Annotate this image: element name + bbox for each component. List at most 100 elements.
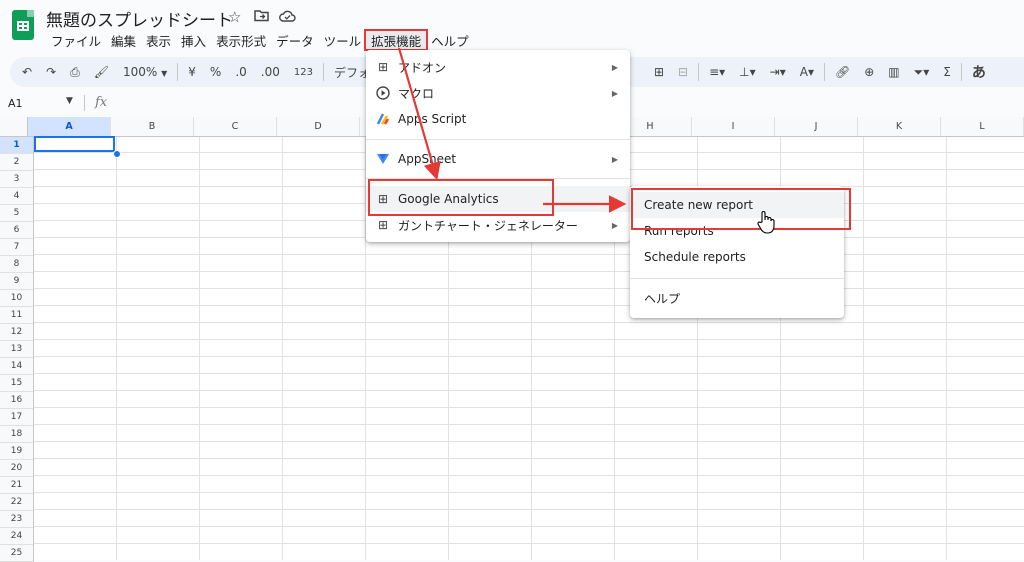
undo-icon[interactable]: ↶ <box>10 65 39 79</box>
column-header[interactable]: L <box>941 117 1024 136</box>
move-to-folder-icon[interactable] <box>254 8 269 26</box>
row-header[interactable]: 14 <box>0 358 33 375</box>
menu-item-appsheet[interactable]: AppSheet ▶ <box>366 146 630 172</box>
toolbar-divider <box>177 63 179 81</box>
row-header[interactable]: 17 <box>0 409 33 426</box>
row-header[interactable]: 3 <box>0 171 33 188</box>
row-header[interactable]: 11 <box>0 307 33 324</box>
menu-help[interactable]: ヘルプ <box>426 31 474 49</box>
menu-item-apps-script[interactable]: Apps Script <box>366 106 630 132</box>
row-header[interactable]: 19 <box>0 443 33 460</box>
menu-tools[interactable]: ツール <box>319 31 367 49</box>
row-header[interactable]: 2 <box>0 154 33 171</box>
menu-item-run-reports[interactable]: Run reports <box>630 218 844 244</box>
column-header[interactable]: B <box>111 117 194 136</box>
merge-cells-icon[interactable]: ⊟ <box>671 65 695 79</box>
redo-icon[interactable]: ↷ <box>39 65 63 79</box>
selected-cell-a1[interactable] <box>34 136 115 152</box>
google-analytics-submenu: Create new report Run reports Schedule r… <box>630 186 844 318</box>
menu-item-label: アドオン <box>398 60 447 75</box>
star-icon[interactable]: ☆ <box>228 8 241 26</box>
decrease-decimal-button[interactable]: .0 <box>228 65 253 79</box>
functions-icon[interactable]: Σ <box>936 65 958 79</box>
row-header[interactable]: 22 <box>0 494 33 511</box>
number-format-button[interactable]: 123 <box>287 67 320 78</box>
input-tools-button[interactable]: あ <box>965 62 993 82</box>
menu-item-create-new-report[interactable]: Create new report <box>630 192 844 218</box>
column-header[interactable]: C <box>194 117 277 136</box>
filter-icon[interactable]: ⏷▾ <box>907 65 937 80</box>
paint-format-icon[interactable]: 🖌︎ <box>87 65 116 79</box>
text-wrap-icon[interactable]: ⇥▾ <box>763 65 793 79</box>
row-header[interactable]: 12 <box>0 324 33 341</box>
insert-link-icon[interactable]: 🔗︎ <box>828 65 857 79</box>
sheets-logo-icon[interactable] <box>12 10 34 40</box>
submenu-arrow-icon: ▶ <box>611 220 618 230</box>
row-header[interactable]: 4 <box>0 188 33 205</box>
menu-edit[interactable]: 編集 <box>106 31 141 49</box>
row-header[interactable]: 18 <box>0 426 33 443</box>
row-header[interactable]: 10 <box>0 290 33 307</box>
borders-icon[interactable]: ⊞ <box>647 65 671 79</box>
row-header[interactable]: 7 <box>0 239 33 256</box>
menu-item-google-analytics[interactable]: ⊞ Google Analytics ▶ <box>366 186 630 212</box>
row-header[interactable]: 20 <box>0 460 33 477</box>
menu-item-gantt-chart-generator[interactable]: ⊞ ガントチャート・ジェネレーター ▶ <box>366 212 630 238</box>
menu-format[interactable]: 表示形式 <box>211 31 271 49</box>
chevron-down-icon[interactable]: ▼ <box>66 96 73 106</box>
menu-item-schedule-reports[interactable]: Schedule reports <box>630 244 844 270</box>
select-all-corner[interactable] <box>0 117 28 136</box>
column-header[interactable]: J <box>775 117 858 136</box>
row-header[interactable]: 24 <box>0 528 33 545</box>
menu-insert[interactable]: 挿入 <box>176 31 211 49</box>
menu-item-addons[interactable]: ⊞ アドオン ▶ <box>366 54 630 80</box>
menu-item-macros[interactable]: マクロ ▶ <box>366 80 630 106</box>
row-header[interactable]: 16 <box>0 392 33 409</box>
insert-comment-icon[interactable]: ⊕ <box>857 65 881 79</box>
row-header[interactable]: 9 <box>0 273 33 290</box>
row-header[interactable]: 23 <box>0 511 33 528</box>
fx-icon: fx <box>95 95 108 110</box>
menu-item-label: Schedule reports <box>644 250 746 264</box>
row-header[interactable]: 5 <box>0 205 33 222</box>
menu-item-label: Google Analytics <box>398 192 499 206</box>
submenu-arrow-icon: ▶ <box>611 194 618 204</box>
extensions-menu: ⊞ アドオン ▶ マクロ ▶ Apps Script AppSheet ▶ ⊞ … <box>366 50 630 242</box>
row-header[interactable]: 8 <box>0 256 33 273</box>
zoom-select[interactable]: 100% ▼ <box>116 65 174 79</box>
row-header[interactable]: 25 <box>0 545 33 562</box>
increase-decimal-button[interactable]: .00 <box>254 65 287 79</box>
text-rotate-icon[interactable]: A▾ <box>793 65 821 79</box>
fill-handle[interactable] <box>113 150 121 158</box>
row-header[interactable]: 21 <box>0 477 33 494</box>
vertical-align-icon[interactable]: ⊥▾ <box>732 65 762 79</box>
menu-view[interactable]: 表示 <box>141 31 176 49</box>
menu-divider <box>366 178 630 179</box>
percent-format-button[interactable]: % <box>203 65 228 79</box>
currency-format-button[interactable]: ¥ <box>181 65 203 79</box>
menu-extensions[interactable]: 拡張機能 <box>364 29 429 51</box>
submenu-arrow-icon: ▶ <box>611 62 618 72</box>
menubar: ファイル 編集 表示 挿入 表示形式 データ ツール 拡張機能 ヘルプ <box>46 29 474 51</box>
row-header[interactable]: 1 <box>0 137 33 154</box>
formula-bar-divider <box>84 95 85 111</box>
menu-data[interactable]: データ <box>271 31 319 49</box>
insert-chart-icon[interactable]: ▥ <box>881 65 906 79</box>
menu-item-label: ガントチャート・ジェネレーター <box>398 218 578 233</box>
horizontal-align-icon[interactable]: ≡▾ <box>702 65 732 79</box>
row-header[interactable]: 13 <box>0 341 33 358</box>
menu-file[interactable]: ファイル <box>46 31 106 49</box>
column-header[interactable]: K <box>858 117 941 136</box>
column-header[interactable]: I <box>692 117 775 136</box>
menu-item-label: マクロ <box>398 86 435 101</box>
row-header[interactable]: 6 <box>0 222 33 239</box>
column-header[interactable]: D <box>277 117 360 136</box>
column-header[interactable]: A <box>28 117 111 136</box>
menu-item-label: Apps Script <box>398 112 467 126</box>
print-icon[interactable]: ⎙ <box>63 65 87 80</box>
row-header[interactable]: 15 <box>0 375 33 392</box>
cloud-status-icon[interactable] <box>279 8 296 26</box>
menu-item-help[interactable]: ヘルプ <box>630 284 844 310</box>
document-title[interactable]: 無題のスプレッドシート <box>46 6 233 31</box>
menu-item-label: AppSheet <box>398 152 457 166</box>
